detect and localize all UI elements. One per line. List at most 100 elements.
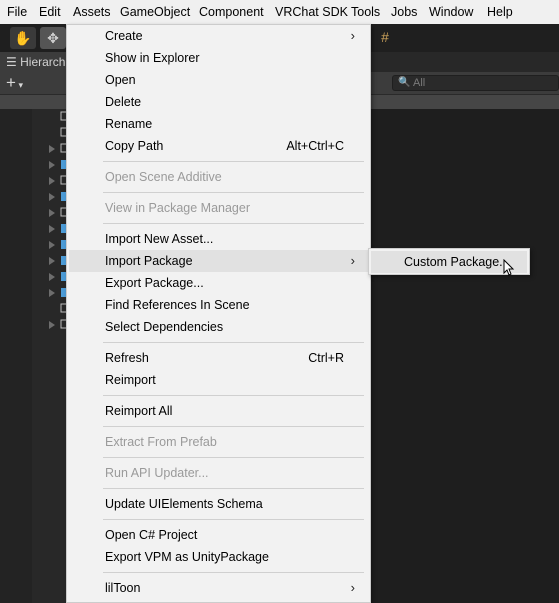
menu-separator <box>103 161 364 162</box>
list-icon: ☰ <box>6 55 17 69</box>
menu-item-label: Show in Explorer <box>105 51 200 65</box>
hierarchy-tree <box>32 109 66 603</box>
menu-item-select-dependencies[interactable]: Select Dependencies <box>69 316 368 338</box>
hierarchy-tree-icons <box>49 111 66 329</box>
search-placeholder: All <box>413 77 426 89</box>
menu-item-label: Import New Asset... <box>105 232 214 246</box>
expand-arrow-icon <box>49 321 55 329</box>
menu-separator <box>103 223 364 224</box>
menu-item-update-uielements-schema[interactable]: Update UIElements Schema <box>69 493 368 515</box>
menu-gameobject[interactable]: GameObject <box>120 5 190 19</box>
hand-icon: ✋ <box>14 30 32 46</box>
menu-item-label: Refresh <box>105 351 149 365</box>
menu-item-liltoon[interactable]: lilToon › <box>69 577 368 599</box>
menu-item-label: Open <box>105 73 136 87</box>
expand-arrow-icon <box>49 257 55 265</box>
menu-component[interactable]: Component <box>199 5 264 19</box>
menu-separator <box>103 572 364 573</box>
menu-item-label: Import Package <box>105 254 193 268</box>
menu-item-import-package[interactable]: Import Package › <box>69 250 368 272</box>
expand-arrow-icon <box>49 225 55 233</box>
menu-item-label: Copy Path <box>105 139 164 153</box>
menu-item-refresh[interactable]: Refresh Ctrl+R <box>69 347 368 369</box>
menu-item-find-references[interactable]: Find References In Scene <box>69 294 368 316</box>
hierarchy-tab-label: Hierarch <box>20 55 66 69</box>
menu-separator <box>103 426 364 427</box>
menu-separator <box>103 342 364 343</box>
menu-tools[interactable]: Tools <box>351 5 380 19</box>
chevron-down-icon: ▾ <box>15 80 23 90</box>
menu-item-export-vpm[interactable]: Export VPM as UnityPackage <box>69 546 368 568</box>
menu-item-label: Export VPM as UnityPackage <box>105 550 269 564</box>
menu-item-reimport[interactable]: Reimport <box>69 369 368 391</box>
move-tool-button[interactable]: ✥ <box>40 27 66 49</box>
chevron-right-icon: › <box>350 28 355 43</box>
expand-arrow-icon <box>49 273 55 281</box>
menu-file[interactable]: File <box>7 5 27 19</box>
menu-bar: File Edit Assets GameObject Component VR… <box>0 0 559 25</box>
expand-arrow-icon <box>49 161 55 169</box>
add-object-button[interactable]: + ▾ <box>6 73 23 95</box>
hierarchy-tab[interactable]: ☰ Hierarch <box>0 52 66 72</box>
menu-item-label: View in Package Manager <box>105 201 250 215</box>
expand-arrow-icon <box>49 289 55 297</box>
menu-separator <box>103 192 364 193</box>
menu-item-label: Extract From Prefab <box>105 435 217 449</box>
menu-item-label: Rename <box>105 117 153 131</box>
menu-separator <box>103 395 364 396</box>
mouse-cursor-icon <box>503 259 515 276</box>
menu-item-copy-path[interactable]: Copy Path Alt+Ctrl+C <box>69 135 368 157</box>
menu-separator <box>103 488 364 489</box>
assets-menu: Create › Show in Explorer Open Delete Re… <box>66 24 371 603</box>
menu-item-label: Reimport All <box>105 404 173 418</box>
menu-item-label: Reimport <box>105 373 156 387</box>
hierarchy-search-input[interactable]: 🔍 All <box>392 75 559 91</box>
menu-item-label: Open C# Project <box>105 528 198 542</box>
menu-edit[interactable]: Edit <box>39 5 61 19</box>
menu-item-open[interactable]: Open <box>69 69 368 91</box>
expand-arrow-icon <box>49 193 55 201</box>
expand-arrow-icon <box>49 177 55 185</box>
menu-item-import-new-asset[interactable]: Import New Asset... <box>69 228 368 250</box>
menu-item-view-in-package-manager: View in Package Manager <box>69 197 368 219</box>
hand-tool-button[interactable]: ✋ <box>10 27 36 49</box>
menu-assets[interactable]: Assets <box>73 5 111 19</box>
menu-jobs[interactable]: Jobs <box>391 5 417 19</box>
menu-item-export-package[interactable]: Export Package... <box>69 272 368 294</box>
menu-item-label: Create <box>105 29 143 43</box>
search-icon: 🔍 <box>398 77 411 88</box>
chevron-right-icon: › <box>350 253 355 268</box>
chevron-right-icon: › <box>350 580 355 595</box>
menu-item-label: Select Dependencies <box>105 320 224 334</box>
menu-vrchat-sdk[interactable]: VRChat SDK <box>275 5 348 19</box>
menu-item-reimport-all[interactable]: Reimport All <box>69 400 368 422</box>
expand-arrow-icon <box>49 145 55 153</box>
menu-item-label: Find References In Scene <box>105 298 250 312</box>
hierarchy-gutter <box>0 109 32 603</box>
menu-item-rename[interactable]: Rename <box>69 113 368 135</box>
expand-arrow-icon <box>49 209 55 217</box>
menu-item-label: lilToon <box>105 581 141 595</box>
menu-item-label: Open Scene Additive <box>105 170 222 184</box>
menu-item-extract-from-prefab: Extract From Prefab <box>69 431 368 453</box>
menu-item-open-csharp-project[interactable]: Open C# Project <box>69 524 368 546</box>
menu-item-create[interactable]: Create › <box>69 25 368 47</box>
menu-item-show-in-explorer[interactable]: Show in Explorer <box>69 47 368 69</box>
menu-item-shortcut: Alt+Ctrl+C <box>286 139 344 153</box>
scene-view-area <box>371 109 559 603</box>
menu-item-label: Custom Package... <box>404 255 510 269</box>
menu-window[interactable]: Window <box>429 5 473 19</box>
menu-item-label: Delete <box>105 95 142 109</box>
menu-item-open-scene-additive: Open Scene Additive <box>69 166 368 188</box>
menu-item-shortcut: Ctrl+R <box>308 351 344 365</box>
menu-separator <box>103 519 364 520</box>
menu-item-label: Update UIElements Schema <box>105 497 263 511</box>
menu-item-run-api-updater: Run API Updater... <box>69 462 368 484</box>
grid-snap-icon[interactable]: # <box>376 28 394 46</box>
menu-separator <box>103 457 364 458</box>
move-icon: ✥ <box>47 30 59 46</box>
menu-help[interactable]: Help <box>487 5 513 19</box>
menu-item-delete[interactable]: Delete <box>69 91 368 113</box>
menu-item-label: Run API Updater... <box>105 466 209 480</box>
menu-item-label: Export Package... <box>105 276 204 290</box>
